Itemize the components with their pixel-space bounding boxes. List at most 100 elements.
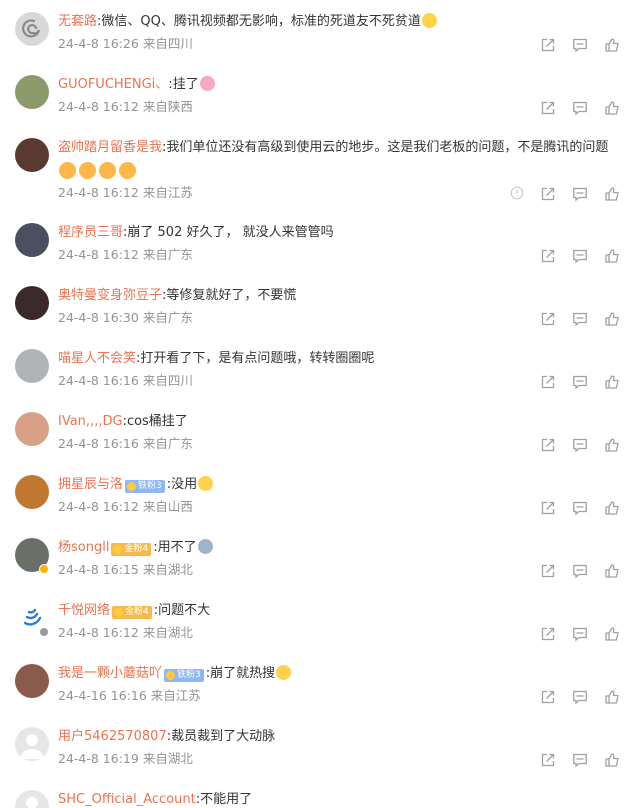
comment-button[interactable] xyxy=(572,186,588,202)
comment-icon xyxy=(573,501,587,516)
user-avatar[interactable] xyxy=(15,286,49,320)
comment-line: 我是一颗小蘑菇吖 铁粉3:崩了就热搜 xyxy=(58,665,292,683)
share-button[interactable] xyxy=(540,374,556,390)
share-button[interactable] xyxy=(540,248,556,264)
username-link[interactable]: 程序员三哥 xyxy=(58,225,123,240)
share-button[interactable] xyxy=(540,752,556,768)
comment-button[interactable] xyxy=(572,311,588,327)
user-avatar[interactable] xyxy=(15,475,49,509)
share-button[interactable] xyxy=(540,563,556,579)
share-icon xyxy=(541,438,555,452)
like-button[interactable] xyxy=(604,374,620,390)
comment-location: 来自江苏 xyxy=(150,688,201,703)
username-link[interactable]: IVan,,,,DG xyxy=(58,414,123,429)
comment-button[interactable] xyxy=(572,374,588,390)
username-link[interactable]: 千悦网络 xyxy=(58,603,110,618)
user-avatar[interactable] xyxy=(15,138,49,172)
share-button[interactable] xyxy=(540,626,556,642)
like-button[interactable] xyxy=(604,37,620,53)
comment-time: 24-4-8 16:30 xyxy=(58,310,139,325)
share-button[interactable] xyxy=(540,437,556,453)
comment-location: 来自四川 xyxy=(142,373,193,388)
like-button[interactable] xyxy=(604,437,620,453)
like-button[interactable] xyxy=(604,626,620,642)
share-icon xyxy=(541,187,555,201)
comment-text: 用不了 xyxy=(157,540,197,555)
comment-list: 无套路:微信、QQ、腾讯视频都无影响，标准的死道友不死贫道 24-4-8 16:2… xyxy=(0,0,635,808)
username-link[interactable]: SHC_Official_Account xyxy=(58,792,196,807)
comment-button[interactable] xyxy=(572,37,588,53)
comment-button[interactable] xyxy=(572,500,588,516)
like-button[interactable] xyxy=(604,752,620,768)
comment-text: 问题不大 xyxy=(158,603,211,618)
username-link[interactable]: 杨songll xyxy=(58,540,109,555)
username-link[interactable]: 拥星辰与洛 xyxy=(58,477,123,492)
like-button[interactable] xyxy=(604,186,620,202)
comment-time: 24-4-8 16:19 xyxy=(58,751,139,766)
username-link[interactable]: 无套路 xyxy=(58,14,97,29)
comment-button[interactable] xyxy=(572,626,588,642)
comment-button[interactable] xyxy=(572,752,588,768)
user-avatar[interactable] xyxy=(15,664,49,698)
share-button[interactable] xyxy=(540,500,556,516)
share-button[interactable] xyxy=(540,100,556,116)
share-icon xyxy=(541,249,555,263)
user-avatar[interactable] xyxy=(15,75,49,109)
comment-actions xyxy=(510,563,620,579)
username-link[interactable]: 奥特曼变身弥豆子 xyxy=(58,288,162,303)
comment-button[interactable] xyxy=(572,248,588,264)
laugh-emoji xyxy=(276,665,292,680)
username-link[interactable]: 我是一颗小蘑菇吖 xyxy=(58,666,162,681)
comment-button[interactable] xyxy=(572,437,588,453)
comment-row: IVan,,,,DG:cos桶挂了 24-4-8 16:16 来自广东 xyxy=(0,400,635,463)
laugh-emoji xyxy=(421,13,437,28)
comment-button[interactable] xyxy=(572,100,588,116)
like-button[interactable] xyxy=(604,500,620,516)
comment-location: 来自湖北 xyxy=(142,751,193,766)
share-icon xyxy=(541,101,555,115)
like-icon xyxy=(605,501,619,515)
username-link[interactable]: 盗帅踏月留香是我 xyxy=(58,140,162,155)
share-button[interactable] xyxy=(540,311,556,327)
like-button[interactable] xyxy=(604,311,620,327)
like-button[interactable] xyxy=(604,689,620,705)
share-button[interactable] xyxy=(540,37,556,53)
comment-line: 奥特曼变身弥豆子:等修复就好了，不要慌 xyxy=(58,287,296,305)
user-avatar[interactable] xyxy=(15,790,49,808)
like-button[interactable] xyxy=(604,563,620,579)
like-icon xyxy=(605,312,619,326)
user-avatar[interactable] xyxy=(15,727,49,761)
share-icon xyxy=(541,501,555,515)
report-button[interactable] xyxy=(510,186,526,202)
like-button[interactable] xyxy=(604,248,620,264)
user-avatar[interactable] xyxy=(15,223,49,257)
comment-text: 等修复就好了，不要慌 xyxy=(166,288,297,303)
comment-button[interactable] xyxy=(572,563,588,579)
comment-actions xyxy=(510,437,620,453)
comment-button[interactable] xyxy=(572,689,588,705)
user-avatar[interactable] xyxy=(15,12,49,46)
share-icon xyxy=(541,38,555,52)
comment-text: 我们单位还没有高级到使用云的地步。这是我们老板的问题，不是腾讯的问题 xyxy=(166,140,609,155)
comment-text: 崩了 502 好久了， 就没人来管管吗 xyxy=(127,225,334,240)
share-button[interactable] xyxy=(540,186,556,202)
sweat-emoji xyxy=(198,476,214,491)
comment-line: 用户5462570807:裁员裁到了大动脉 xyxy=(58,728,275,746)
like-icon xyxy=(605,375,619,389)
fan-badge: 金粉4 xyxy=(111,543,152,556)
comment-row: SHC_Official_Account:不能用了 xyxy=(0,778,635,808)
username-link[interactable]: 喵星人不会笑 xyxy=(58,351,136,366)
comment-actions xyxy=(510,626,620,642)
user-avatar[interactable] xyxy=(15,349,49,383)
comment-actions xyxy=(510,100,620,116)
comment-actions xyxy=(510,37,620,53)
username-link[interactable]: 用户5462570807 xyxy=(58,729,167,744)
comment-time: 24-4-16 16:16 xyxy=(58,688,147,703)
username-link[interactable]: GUOFUCHENGi、 xyxy=(58,77,168,92)
share-button[interactable] xyxy=(540,689,556,705)
comment-meta: 24-4-8 16:26 来自四川 xyxy=(58,36,193,52)
comment-time: 24-4-8 16:26 xyxy=(58,36,139,51)
like-button[interactable] xyxy=(604,100,620,116)
comment-actions xyxy=(510,248,620,264)
user-avatar[interactable] xyxy=(15,412,49,446)
